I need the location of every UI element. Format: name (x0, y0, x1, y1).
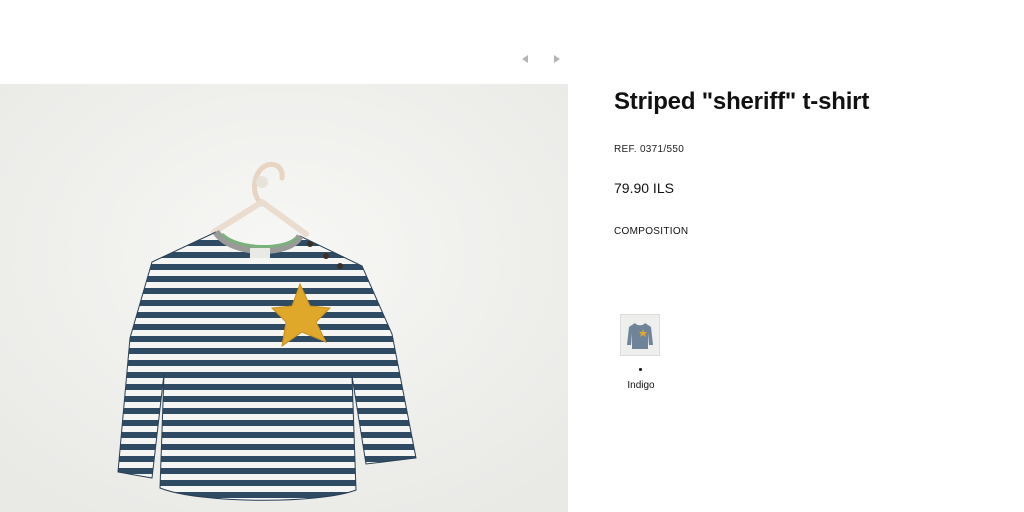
image-navigation (518, 52, 564, 66)
previous-image-button[interactable] (518, 52, 532, 66)
shirt-thumbnail-icon (621, 315, 659, 355)
product-details: Striped "sheriff" t-shirt REF. 0371/550 … (614, 88, 874, 237)
next-image-button[interactable] (550, 52, 564, 66)
caret-right-icon (554, 55, 560, 63)
striped-shirt-illustration (0, 84, 568, 512)
selected-colour-indicator (639, 368, 642, 371)
product-price: 79.90 ILS (614, 180, 674, 196)
composition-link[interactable]: COMPOSITION (614, 226, 874, 237)
colour-name: Indigo (627, 380, 655, 391)
product-title: Striped "sheriff" t-shirt (614, 88, 870, 115)
colour-swatch-indigo[interactable] (620, 314, 660, 356)
caret-left-icon (522, 55, 528, 63)
product-reference: REF. 0371/550 (614, 144, 685, 155)
product-image[interactable] (0, 84, 568, 512)
